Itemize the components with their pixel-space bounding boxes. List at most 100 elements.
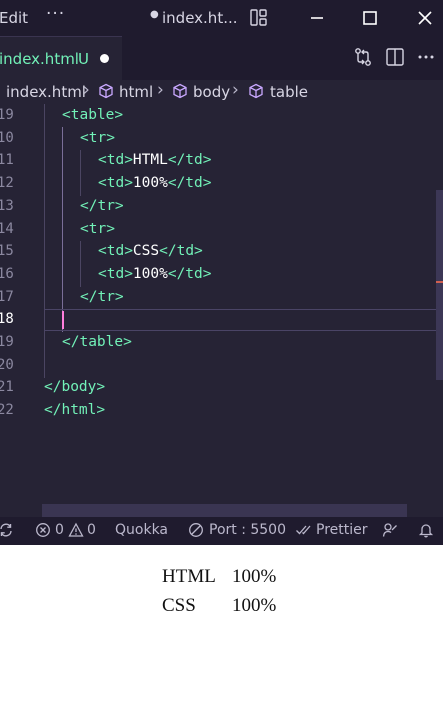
split-editor-icon[interactable] xyxy=(385,47,405,67)
code-line: 18 xyxy=(0,308,443,331)
more-actions-icon[interactable] xyxy=(416,47,436,67)
code-line: 14 <tr> xyxy=(0,218,443,241)
line-number: 22 xyxy=(0,402,14,419)
unsaved-dot-icon[interactable] xyxy=(100,54,109,63)
bell-icon[interactable] xyxy=(418,522,434,538)
feedback-icon[interactable] xyxy=(382,522,398,538)
code-token: <table> xyxy=(62,107,124,123)
line-number: 20 xyxy=(0,356,14,373)
code-text: <td>100%</td> xyxy=(98,175,212,191)
chevron-right-icon: › xyxy=(232,80,239,100)
browser-preview: HTML 100% CSS 100% xyxy=(0,545,443,720)
code-text: <td>HTML</td> xyxy=(98,152,212,168)
menu-edit[interactable]: Edit xyxy=(0,9,28,27)
window-title: index.ht... xyxy=(162,9,238,27)
code-line: 20 xyxy=(0,354,443,377)
quokka-status[interactable]: Quokka xyxy=(115,522,168,538)
chevron-right-icon: › xyxy=(157,80,164,100)
tab-label: index.html xyxy=(0,50,79,68)
close-icon[interactable] xyxy=(413,6,437,30)
breadcrumb-body[interactable]: body xyxy=(193,83,230,101)
compare-changes-icon[interactable] xyxy=(353,47,373,67)
table-row: HTML 100% xyxy=(161,563,277,590)
breadcrumb-file[interactable]: index.html xyxy=(6,83,86,101)
line-number: 14 xyxy=(0,220,14,237)
code-token: </td> xyxy=(167,175,212,192)
preview-table: HTML 100% CSS 100% xyxy=(159,561,279,621)
cube-icon xyxy=(173,83,187,99)
tab-bar: index.html U xyxy=(0,36,443,80)
warning-icon[interactable] xyxy=(68,522,84,538)
prettier-status[interactable]: Prettier xyxy=(316,522,368,538)
maximize-icon[interactable] xyxy=(358,6,382,30)
code-text: <td>CSS</td> xyxy=(98,243,203,259)
code-line: 15 <td>CSS</td> xyxy=(0,240,443,263)
line-number: 19 xyxy=(0,334,14,350)
code-line: 10 <tr> xyxy=(0,127,443,150)
code-editor[interactable]: 19 <table> 10 <tr> 11 <td>HTML</td> 12 <… xyxy=(0,104,443,504)
table-cell: CSS xyxy=(162,594,196,616)
code-token: <tr> xyxy=(80,129,115,146)
code-token: HTML xyxy=(132,152,168,169)
breadcrumb-html[interactable]: html xyxy=(119,83,153,101)
line-number: 13 xyxy=(0,197,14,214)
code-token: <td> xyxy=(98,175,133,192)
code-token: <td> xyxy=(98,265,133,282)
code-token: <tr> xyxy=(80,220,115,237)
breadcrumb-table[interactable]: table xyxy=(270,83,308,101)
cube-icon xyxy=(249,83,263,99)
table-cell: 100% xyxy=(232,565,277,587)
line-number: 15 xyxy=(0,243,14,260)
code-token: 100% xyxy=(132,265,168,282)
code-line: 12 <td>100%</td> xyxy=(0,172,443,195)
code-token: 100% xyxy=(132,175,168,192)
error-count[interactable]: 0 xyxy=(55,522,64,538)
code-token: </td> xyxy=(167,265,212,282)
code-line: 22 </html> xyxy=(0,399,443,422)
modified-dot: ● xyxy=(150,9,159,20)
code-token: </tr> xyxy=(80,288,124,305)
table-cell: HTML xyxy=(162,565,216,587)
error-icon[interactable] xyxy=(35,522,51,538)
tab-index-html[interactable]: index.html U xyxy=(0,36,122,80)
check-double-icon[interactable] xyxy=(295,522,311,538)
sync-icon[interactable] xyxy=(0,522,14,538)
untracked-badge: U xyxy=(78,50,89,68)
title-bar: Edit ··· ● index.ht... xyxy=(0,0,443,36)
line-number: 11 xyxy=(0,152,14,169)
code-token: </td> xyxy=(159,243,203,260)
cube-icon xyxy=(99,83,113,99)
table-cell: 100% xyxy=(232,594,277,616)
code-line: 13 </tr> xyxy=(0,195,443,218)
editor-window: Edit ··· ● index.ht... index.html U inde… xyxy=(0,0,443,545)
code-line: 17 </tr> xyxy=(0,286,443,309)
menu-more-button[interactable]: ··· xyxy=(46,4,65,24)
code-line: 21 </body> xyxy=(0,376,443,399)
line-number: 12 xyxy=(0,175,14,192)
line-number: 16 xyxy=(0,265,14,282)
warning-count[interactable]: 0 xyxy=(87,522,96,538)
code-token: </html> xyxy=(44,402,106,419)
table-row: CSS 100% xyxy=(161,592,277,619)
code-token: </body> xyxy=(44,379,106,396)
line-number: 19 xyxy=(0,107,14,123)
code-token: CSS xyxy=(132,243,160,260)
code-token: <td> xyxy=(98,243,133,260)
live-server-port[interactable]: Port : 5500 xyxy=(209,522,286,538)
minimap-slider[interactable] xyxy=(436,190,443,380)
code-token: </table> xyxy=(62,334,132,350)
code-token: </td> xyxy=(167,152,212,169)
code-line: 19 </table> xyxy=(0,331,443,354)
code-text: <td>100%</td> xyxy=(98,266,212,282)
customize-layout-icon[interactable] xyxy=(250,9,267,26)
horizontal-scrollbar[interactable] xyxy=(42,504,407,517)
line-number: 18 xyxy=(0,311,14,328)
code-line: 16 <td>100%</td> xyxy=(0,263,443,286)
code-line: 19 <table> xyxy=(0,104,443,127)
line-number: 17 xyxy=(0,288,14,305)
breadcrumb: index.html › html › body › table xyxy=(0,80,443,104)
port-icon[interactable] xyxy=(188,522,204,538)
minimap-cursor-marker xyxy=(436,281,443,283)
minimize-icon[interactable] xyxy=(305,6,329,30)
code-line: 11 <td>HTML</td> xyxy=(0,149,443,172)
